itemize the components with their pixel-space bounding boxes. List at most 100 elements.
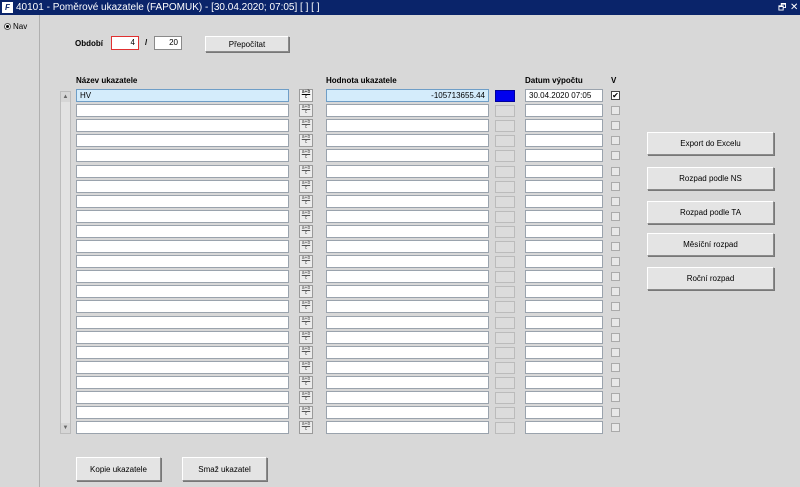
indicator-name-field[interactable] <box>76 165 289 178</box>
color-indicator[interactable] <box>495 347 515 359</box>
indicator-name-field[interactable] <box>76 421 289 434</box>
v-checkbox[interactable] <box>611 121 620 130</box>
smaz-ukazatel-button[interactable]: Smaž ukazatel <box>182 457 267 481</box>
color-indicator[interactable] <box>495 181 515 193</box>
indicator-name-field[interactable] <box>76 300 289 313</box>
indicator-name-field[interactable] <box>76 195 289 208</box>
indicator-value-field[interactable] <box>326 391 489 404</box>
indicator-value-field[interactable] <box>326 376 489 389</box>
calc-date-field[interactable] <box>525 210 603 223</box>
nav-radio-button[interactable] <box>4 23 11 30</box>
restore-window-icon[interactable]: 🗗 <box>778 0 786 15</box>
formula-button[interactable]: a+b c <box>299 346 313 359</box>
calc-date-field[interactable] <box>525 376 603 389</box>
indicator-name-field[interactable] <box>76 346 289 359</box>
v-checkbox[interactable] <box>611 167 620 176</box>
formula-button[interactable]: a+b c <box>299 165 313 178</box>
calc-date-field[interactable] <box>525 195 603 208</box>
indicator-value-field[interactable] <box>326 104 489 117</box>
indicator-value-field[interactable] <box>326 225 489 238</box>
indicator-value-field[interactable] <box>326 316 489 329</box>
formula-button[interactable]: a+b c <box>299 285 313 298</box>
indicator-name-field[interactable] <box>76 285 289 298</box>
indicator-name-field[interactable]: HV <box>76 89 289 102</box>
indicator-value-field[interactable] <box>326 421 489 434</box>
indicator-name-field[interactable] <box>76 376 289 389</box>
v-checkbox[interactable] <box>611 182 620 191</box>
calc-date-field[interactable] <box>525 331 603 344</box>
v-checkbox[interactable] <box>611 363 620 372</box>
v-checkbox[interactable] <box>611 393 620 402</box>
color-indicator[interactable] <box>495 271 515 283</box>
indicator-value-field[interactable] <box>326 240 489 253</box>
calc-date-field[interactable] <box>525 119 603 132</box>
formula-button[interactable]: a+b c <box>299 406 313 419</box>
formula-button[interactable]: a+b c <box>299 134 313 147</box>
indicator-value-field[interactable] <box>326 331 489 344</box>
formula-button[interactable]: a+b c <box>299 391 313 404</box>
indicator-name-field[interactable] <box>76 104 289 117</box>
v-checkbox[interactable] <box>611 287 620 296</box>
v-checkbox[interactable] <box>611 136 620 145</box>
indicator-name-field[interactable] <box>76 270 289 283</box>
calc-date-field[interactable] <box>525 149 603 162</box>
obdobi-month-input[interactable]: 4 <box>111 36 139 50</box>
rozpad-ta-button[interactable]: Rozpad podle TA <box>647 201 774 224</box>
v-checkbox[interactable] <box>611 242 620 251</box>
calc-date-field[interactable] <box>525 134 603 147</box>
color-indicator[interactable] <box>495 286 515 298</box>
calc-date-field[interactable] <box>525 285 603 298</box>
rozpad-ns-button[interactable]: Rozpad podle NS <box>647 167 774 190</box>
indicator-value-field[interactable] <box>326 180 489 193</box>
color-indicator[interactable] <box>495 392 515 404</box>
indicator-name-field[interactable] <box>76 316 289 329</box>
mesicni-rozpad-button[interactable]: Měsíční rozpad <box>647 233 774 256</box>
color-indicator[interactable] <box>495 256 515 268</box>
v-checkbox[interactable] <box>611 333 620 342</box>
v-checkbox[interactable] <box>611 212 620 221</box>
calc-date-field[interactable] <box>525 255 603 268</box>
indicator-name-field[interactable] <box>76 331 289 344</box>
scroll-down-icon[interactable]: ▼ <box>61 423 70 433</box>
calc-date-field[interactable] <box>525 104 603 117</box>
v-checkbox[interactable] <box>611 378 620 387</box>
indicator-value-field[interactable] <box>326 361 489 374</box>
calc-date-field[interactable] <box>525 361 603 374</box>
color-indicator[interactable] <box>495 317 515 329</box>
v-checkbox[interactable] <box>611 227 620 236</box>
obdobi-year-input[interactable]: 20 <box>154 36 182 50</box>
formula-button[interactable]: a+b c <box>299 210 313 223</box>
v-checkbox[interactable] <box>611 197 620 206</box>
v-checkbox[interactable] <box>611 408 620 417</box>
color-indicator[interactable] <box>495 407 515 419</box>
color-indicator[interactable] <box>495 241 515 253</box>
calc-date-field[interactable] <box>525 421 603 434</box>
formula-button[interactable]: a+b c <box>299 104 313 117</box>
formula-button[interactable]: a+b c <box>299 240 313 253</box>
formula-button[interactable]: a+b c <box>299 225 313 238</box>
indicator-name-field[interactable] <box>76 391 289 404</box>
calc-date-field[interactable] <box>525 346 603 359</box>
calc-date-field[interactable] <box>525 165 603 178</box>
indicator-value-field[interactable] <box>326 134 489 147</box>
indicator-value-field[interactable] <box>326 406 489 419</box>
indicator-name-field[interactable] <box>76 225 289 238</box>
formula-button[interactable]: a+b c <box>299 300 313 313</box>
kopie-ukazatele-button[interactable]: Kopie ukazatele <box>76 457 161 481</box>
grid-scrollbar[interactable]: ▲ ▼ <box>60 91 71 434</box>
v-checkbox[interactable] <box>611 272 620 281</box>
v-checkbox[interactable] <box>611 302 620 311</box>
indicator-value-field[interactable] <box>326 195 489 208</box>
color-indicator[interactable] <box>495 226 515 238</box>
indicator-name-field[interactable] <box>76 210 289 223</box>
indicator-value-field[interactable] <box>326 346 489 359</box>
formula-button[interactable]: a+b c <box>299 316 313 329</box>
indicator-name-field[interactable] <box>76 119 289 132</box>
color-indicator[interactable] <box>495 196 515 208</box>
calc-date-field[interactable]: 30.04.2020 07:05 <box>525 89 603 102</box>
scroll-up-icon[interactable]: ▲ <box>61 92 70 102</box>
calc-date-field[interactable] <box>525 391 603 404</box>
color-indicator[interactable] <box>495 377 515 389</box>
color-indicator[interactable] <box>495 211 515 223</box>
v-checkbox[interactable] <box>611 318 620 327</box>
